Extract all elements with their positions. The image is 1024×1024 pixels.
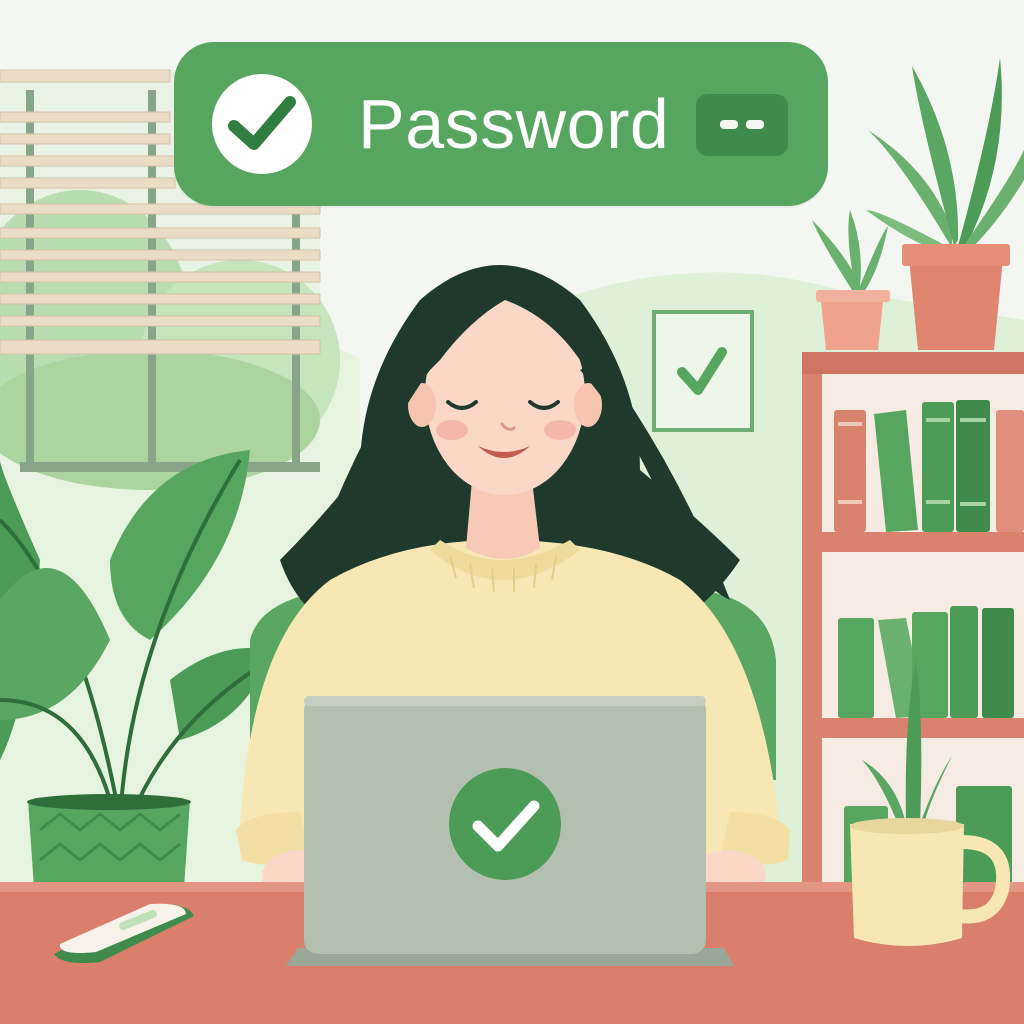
- checkmark-icon: [212, 74, 312, 174]
- laptop: [286, 696, 734, 966]
- hide-password-icon[interactable]: [696, 94, 788, 156]
- wall-frame: [652, 310, 754, 432]
- password-banner: Password: [174, 42, 828, 206]
- password-label: Password: [358, 85, 670, 163]
